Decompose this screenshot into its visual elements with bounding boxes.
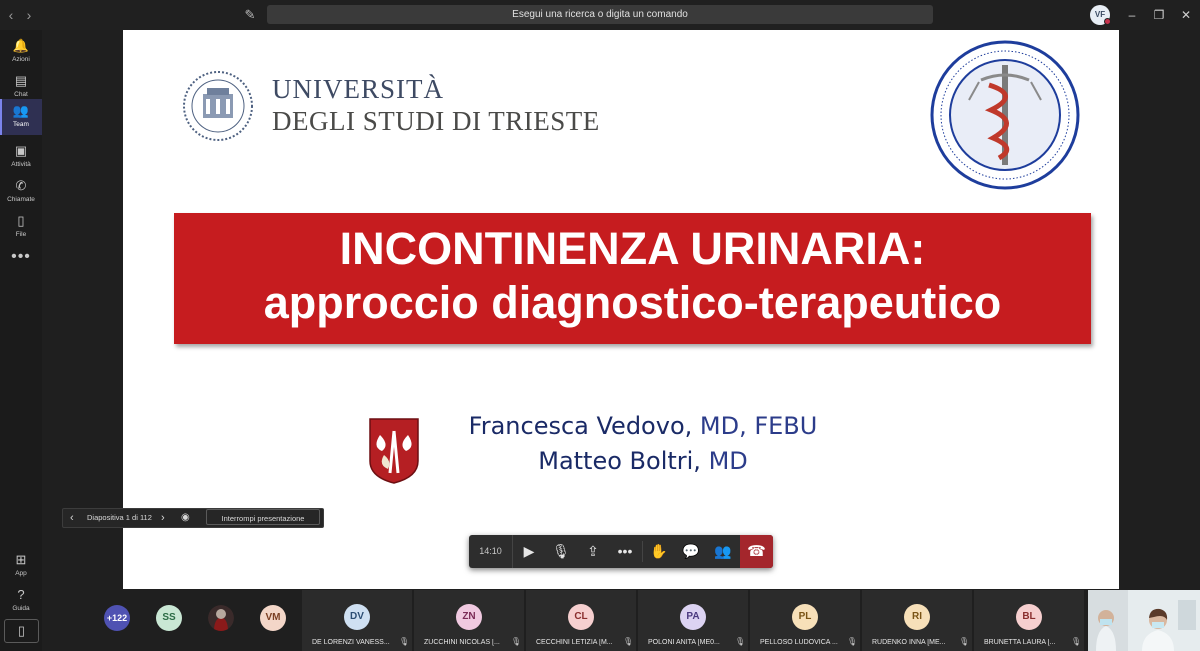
participant-tile[interactable]: RI RUDENKO INNA [ME... 🎙	[861, 590, 972, 651]
author-1: Francesca Vedovo, MD, FEBU	[468, 412, 818, 440]
participant-tile[interactable]: DV DE LORENZI VANESS... 🎙	[301, 590, 412, 651]
mic-off-icon: 🎙	[959, 637, 970, 646]
participant-tile[interactable]: BL BRUNETTA LAURA [... 🎙	[973, 590, 1084, 651]
participant-name: PELLOSO LUDOVICA ...	[760, 639, 838, 646]
participant-avatar: DV	[344, 604, 370, 630]
shared-slide: UNIVERSITÀ DEGLI STUDI DI TRIESTE INCONT…	[123, 30, 1119, 589]
overflow-participants-badge[interactable]: +122	[104, 605, 130, 631]
participant-avatar[interactable]: SS	[156, 605, 182, 631]
rail-item-guida[interactable]: ? Guida	[0, 583, 42, 619]
status-badge	[1104, 18, 1111, 25]
rail-item-label: Azioni	[12, 56, 30, 63]
next-slide-icon[interactable]: ›	[161, 509, 165, 527]
participant-tile[interactable]: PL PELLOSO LUDOVICA ... 🎙	[749, 590, 860, 651]
participant-avatar: PA	[680, 604, 706, 630]
rail-item-label: Chat	[14, 91, 28, 98]
apps-icon: ⊞	[15, 552, 27, 567]
participant-tile[interactable]: CL CECCHINI LETIZIA [M... 🎙	[525, 590, 636, 651]
title-bar: ‹ › ✎ Esegui una ricerca o digita un com…	[0, 0, 1200, 30]
chevron-left-icon[interactable]: ‹	[3, 6, 19, 24]
participant-photo-avatar[interactable]	[208, 605, 234, 631]
call-timer: 14:10	[469, 535, 513, 568]
participant-name: ZUCCHINI NICOLAS [...	[424, 639, 500, 646]
university-line-1: UNIVERSITÀ	[272, 74, 444, 104]
university-line-2: DEGLI STUDI DI TRIESTE	[272, 106, 600, 136]
chat-icon[interactable]: 💬	[675, 535, 707, 568]
rail-item-label: Chiamate	[7, 196, 35, 203]
minimize-button[interactable]: –	[1122, 5, 1142, 25]
slide-counter: Diapositiva 1 di 112	[87, 513, 152, 522]
university-name: UNIVERSITÀ DEGLI STUDI DI TRIESTE	[272, 74, 600, 138]
author-2: Matteo Boltri, MD	[538, 447, 748, 475]
stop-presenting-button[interactable]: Interrompi presentazione	[206, 509, 320, 525]
self-video-preview[interactable]	[1088, 590, 1200, 651]
restore-button[interactable]: ❐	[1149, 5, 1169, 25]
mic-off-icon: 🎙	[847, 637, 858, 646]
rail-item-app[interactable]: ⊞ App	[0, 548, 42, 584]
mic-off-icon: 🎙	[623, 637, 634, 646]
meeting-controls: 14:10 ▶ 🎙 ⇪ ••• ✋ 💬 👥 ☎	[469, 535, 773, 568]
participant-name: CECCHINI LETIZIA [M...	[536, 639, 613, 646]
teams-icon: 👥	[12, 103, 30, 118]
rail-item-team[interactable]: 👥 Team	[0, 99, 42, 135]
rail-item-attivita[interactable]: ▣ Attività	[0, 139, 42, 175]
participant-tile[interactable]: ZN ZUCCHINI NICOLAS [... 🎙	[413, 590, 524, 651]
mic-off-icon: 🎙	[1071, 637, 1082, 646]
teams-window: ‹ › ✎ Esegui una ricerca o digita un com…	[0, 0, 1200, 651]
rail-item-file[interactable]: ▯ File	[0, 209, 42, 245]
app-rail: 🔔 Azioni ▤ Chat 👥 Team ▣ Attività ✆ Chia…	[0, 30, 42, 651]
participant-avatar[interactable]: VM	[260, 605, 286, 631]
eye-icon[interactable]: ◉	[181, 509, 190, 527]
microphone-icon[interactable]: 🎙	[545, 535, 577, 568]
presentation-control: ‹ Diapositiva 1 di 112 › ◉ Interrompi pr…	[62, 508, 324, 528]
camera-icon[interactable]: ▶	[513, 535, 545, 568]
rail-item-label: App	[15, 570, 27, 577]
mic-off-icon: 🎙	[735, 637, 746, 646]
rail-item-chiamate[interactable]: ✆ Chiamate	[0, 174, 42, 210]
close-button[interactable]: ✕	[1176, 5, 1196, 25]
search-input[interactable]: Esegui una ricerca o digita un comando	[267, 5, 933, 24]
more-actions-icon[interactable]: •••	[609, 535, 641, 568]
department-seal-logo	[930, 40, 1080, 190]
authors-block: Francesca Vedovo, MD, FEBU Matteo Boltri…	[463, 408, 823, 478]
participant-name: POLONI ANITA [ME0...	[648, 639, 720, 646]
participant-name: BRUNETTA LAURA [...	[984, 639, 1056, 646]
participant-avatar: PL	[792, 604, 818, 630]
chevron-right-icon[interactable]: ›	[21, 6, 37, 24]
rail-item-label: File	[15, 231, 27, 238]
file-icon: ▯	[17, 213, 25, 228]
mic-off-icon: 🎙	[399, 637, 410, 646]
chat-icon: ▤	[14, 73, 28, 88]
phone-icon: ✆	[15, 178, 27, 193]
mobile-icon[interactable]: ▯	[4, 619, 39, 643]
rail-item-label: Attività	[11, 161, 31, 168]
share-screen-icon[interactable]: ⇪	[577, 535, 609, 568]
slide-title-line-1: INCONTINENZA URINARIA:	[339, 223, 926, 274]
slide-title-box: INCONTINENZA URINARIA: approccio diagnos…	[174, 213, 1091, 344]
previous-slide-icon[interactable]: ‹	[70, 509, 74, 527]
university-seal-logo	[183, 71, 253, 141]
assignments-icon: ▣	[14, 143, 28, 158]
participant-avatar: BL	[1016, 604, 1042, 630]
participant-tile[interactable]: PA POLONI ANITA [ME0... 🎙	[637, 590, 748, 651]
mic-off-icon: 🎙	[511, 637, 522, 646]
participant-avatar: RI	[904, 604, 930, 630]
bell-icon: 🔔	[12, 38, 30, 53]
rail-item-label: Guida	[12, 605, 30, 612]
more-icon[interactable]: •••	[0, 248, 42, 266]
rail-item-label: Team	[13, 121, 29, 128]
participant-avatar: ZN	[456, 604, 482, 630]
compose-icon[interactable]: ✎	[242, 6, 258, 24]
hang-up-button[interactable]: ☎	[740, 535, 773, 568]
rail-item-azioni[interactable]: 🔔 Azioni	[0, 34, 42, 70]
participant-avatar: CL	[568, 604, 594, 630]
help-icon: ?	[17, 587, 25, 602]
participant-name: DE LORENZI VANESS...	[312, 639, 390, 646]
participants-icon[interactable]: 👥	[707, 535, 739, 568]
raise-hand-icon[interactable]: ✋	[643, 535, 675, 568]
department-shield-logo	[369, 418, 419, 484]
slide-title-line-2: approccio diagnostico-terapeutico	[263, 277, 1002, 328]
participants-strip: +122 SS VM DV DE LORENZI VANESS... 🎙 ZN …	[42, 590, 1088, 651]
participant-name: RUDENKO INNA [ME...	[872, 639, 946, 646]
